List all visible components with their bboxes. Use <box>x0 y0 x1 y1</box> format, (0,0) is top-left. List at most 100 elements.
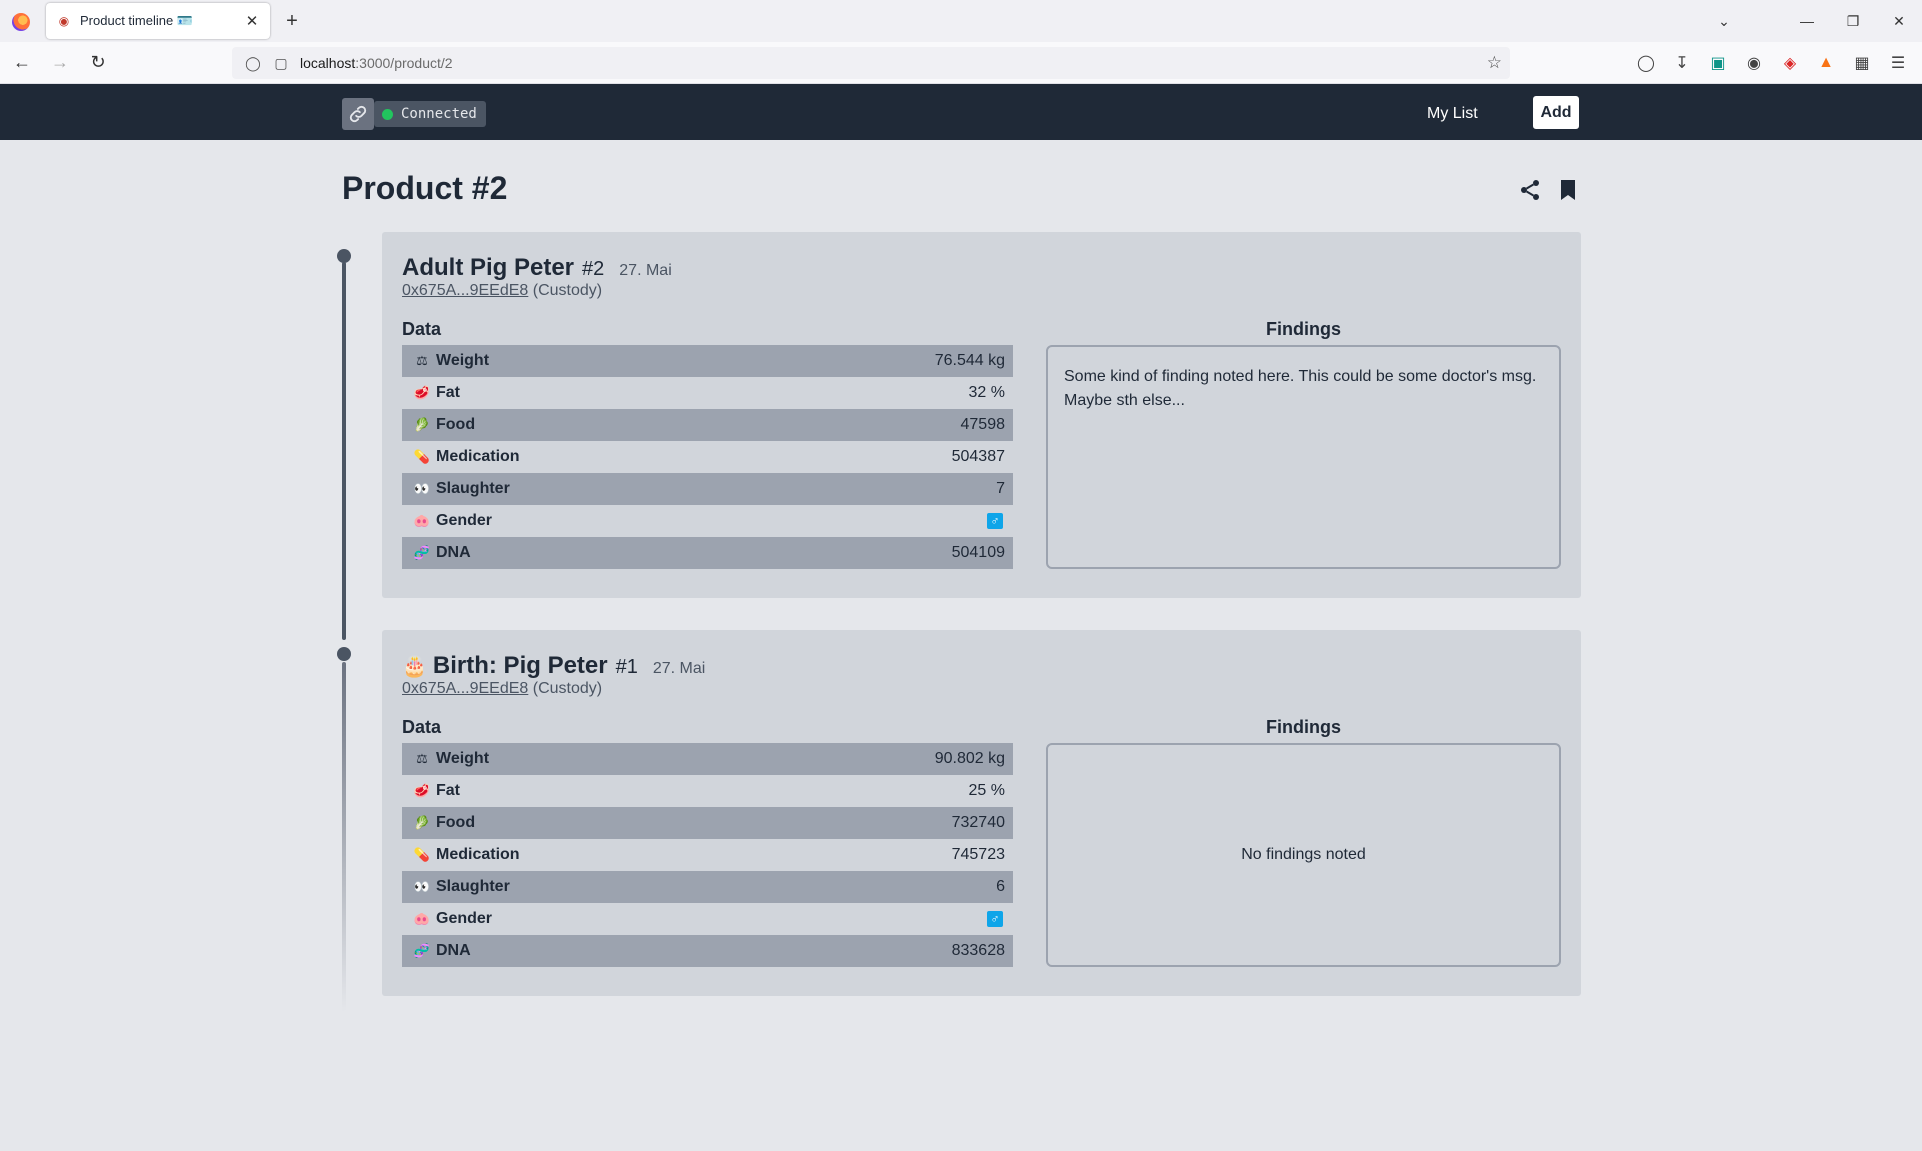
shield-icon[interactable]: ◯ <box>244 55 262 72</box>
row-value: 76.544 kg <box>934 352 1005 369</box>
row-value: 6 <box>996 878 1005 895</box>
connection-status-badge: Connected <box>374 101 486 127</box>
findings-box: No findings noted <box>1046 743 1561 967</box>
slaughter-icon: 👀 <box>413 481 431 496</box>
entry-name: Birth: Pig Peter <box>432 652 608 679</box>
data-row-dna: 🧬 DNA 833628 <box>402 935 1013 967</box>
bookmark-icon[interactable] <box>1556 178 1580 202</box>
restore-icon[interactable]: ❐ <box>1830 0 1876 42</box>
data-row-weight: ⚖ Weight 76.544 kg <box>402 345 1013 377</box>
findings-heading: Findings <box>1266 717 1341 737</box>
page-title: Product #2 <box>342 170 508 206</box>
male-icon: ♂ <box>987 911 1003 927</box>
row-label: Food <box>436 416 476 433</box>
row-label: Fat <box>436 384 460 401</box>
findings-heading: Findings <box>1266 319 1341 339</box>
row-value: 833628 <box>951 942 1005 959</box>
data-row-medication: 💊 Medication 504387 <box>402 441 1013 473</box>
chevron-down-icon[interactable]: ⌄ <box>1712 9 1736 33</box>
fat-icon: 🥩 <box>413 385 431 400</box>
new-tab-button[interactable]: + <box>280 9 304 33</box>
row-label: Fat <box>436 782 460 799</box>
fat-icon: 🥩 <box>413 783 431 798</box>
pocket-icon[interactable]: ◯ <box>1632 49 1660 77</box>
weight-icon: ⚖ <box>416 353 428 368</box>
menu-icon[interactable]: ☰ <box>1884 49 1912 77</box>
back-icon[interactable]: ← <box>6 47 38 79</box>
link-logo-icon[interactable] <box>342 98 374 130</box>
row-value: 504109 <box>951 544 1005 561</box>
food-icon: 🥬 <box>413 417 431 432</box>
timeline-line-fade <box>342 662 346 1012</box>
url-path: :3000/product/2 <box>355 55 453 71</box>
medication-icon: 💊 <box>413 449 431 464</box>
browser-nav-bar: ← → ↻ ◯ ▢ localhost:3000/product/2 ☆ ◯ ↧… <box>0 42 1922 84</box>
row-label: Gender <box>436 512 493 529</box>
data-table: ⚖ Weight 76.544 kg 🥩 Fat 32 % 🥬 Food 47598 💊 Me… <box>402 345 1013 569</box>
add-button[interactable]: Add <box>1533 96 1579 129</box>
share-icon[interactable] <box>1518 178 1542 202</box>
gender-nose-icon: 🐽 <box>413 513 431 528</box>
fox-icon[interactable]: ▲ <box>1812 49 1840 77</box>
close-tab-icon[interactable]: ✕ <box>244 13 260 30</box>
row-label: Medication <box>436 846 520 863</box>
row-value: 90.802 kg <box>934 750 1005 767</box>
close-window-icon[interactable]: ✕ <box>1876 0 1922 42</box>
reload-icon[interactable]: ↻ <box>82 47 114 79</box>
row-label: Food <box>436 814 476 831</box>
data-row-slaughter: 👀 Slaughter 6 <box>402 871 1013 903</box>
page-icon: ▢ <box>274 54 288 71</box>
timeline-entry-card: 🎂 Birth: Pig Peter #1 27. Mai 0x675A...9… <box>382 630 1581 996</box>
custody-role: (Custody) <box>532 282 603 299</box>
download-icon[interactable]: ↧ <box>1668 49 1696 77</box>
firefox-icon[interactable] <box>12 13 30 31</box>
forward-icon[interactable]: → <box>44 47 76 79</box>
data-row-gender: 🐽 Gender ♂ <box>402 505 1013 537</box>
data-heading: Data <box>402 717 442 737</box>
entry-heading: 🎂 Birth: Pig Peter #1 27. Mai <box>402 652 705 680</box>
row-label: Slaughter <box>436 878 510 895</box>
row-value: 25 % <box>968 782 1005 799</box>
url-host: localhost <box>300 55 356 71</box>
row-value: 504387 <box>951 448 1005 465</box>
help-icon[interactable]: ◈ <box>1776 49 1804 77</box>
row-label: DNA <box>436 544 471 561</box>
custody-role: (Custody) <box>532 680 603 697</box>
extension-icon[interactable]: ◉ <box>1740 49 1768 77</box>
data-row-fat: 🥩 Fat 25 % <box>402 775 1013 807</box>
row-value: 32 % <box>968 384 1005 401</box>
star-icon[interactable]: ☆ <box>1487 53 1502 73</box>
window-controls: — ❐ ✕ <box>1784 0 1922 42</box>
pig-favicon-icon: ◉ <box>58 14 70 28</box>
browser-tab-title: Product timeline 🪪 <box>80 13 194 28</box>
data-row-gender: 🐽 Gender ♂ <box>402 903 1013 935</box>
row-value: 745723 <box>951 846 1005 863</box>
browser-tab[interactable]: ◉ Product timeline 🪪 ✕ <box>46 3 270 39</box>
entry-number: #2 <box>582 258 605 280</box>
row-label: Medication <box>436 448 520 465</box>
medication-icon: 💊 <box>413 847 431 862</box>
entry-date: 27. Mai <box>619 262 672 279</box>
row-label: Weight <box>436 750 490 767</box>
custody-line: 0x675A...9EEdE8 (Custody) <box>402 680 602 698</box>
entry-heading: Adult Pig Peter #2 27. Mai <box>402 254 672 282</box>
timeline-dot <box>337 647 351 661</box>
puzzle-icon[interactable]: ▦ <box>1848 49 1876 77</box>
status-dot-icon <box>382 108 393 120</box>
gender-nose-icon: 🐽 <box>413 911 431 926</box>
data-row-fat: 🥩 Fat 32 % <box>402 377 1013 409</box>
findings-box: Some kind of finding noted here. This co… <box>1046 345 1561 569</box>
row-label: Weight <box>436 352 490 369</box>
save-icon[interactable]: ▣ <box>1704 49 1732 77</box>
custody-address-link[interactable]: 0x675A...9EEdE8 <box>402 680 528 697</box>
entry-number: #1 <box>615 656 638 678</box>
my-list-link[interactable]: My List <box>1427 101 1478 127</box>
entry-name: Adult Pig Peter <box>402 254 575 281</box>
url-bar[interactable]: ◯ ▢ localhost:3000/product/2 ☆ <box>232 47 1510 79</box>
entry-date: 27. Mai <box>652 660 706 677</box>
row-value: 47598 <box>960 416 1006 433</box>
data-row-food: 🥬 Food 47598 <box>402 409 1013 441</box>
custody-address-link[interactable]: 0x675A...9EEdE8 <box>402 282 528 299</box>
data-row-dna: 🧬 DNA 504109 <box>402 537 1013 569</box>
minimize-icon[interactable]: — <box>1784 0 1830 42</box>
